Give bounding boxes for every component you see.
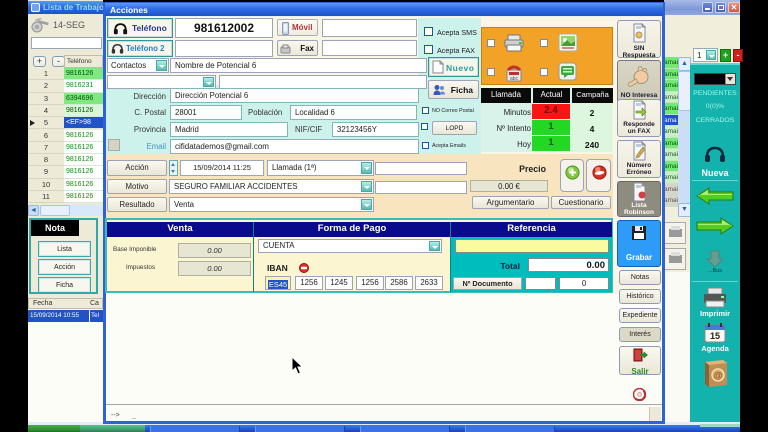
svg-text:@: @ xyxy=(713,371,722,381)
svg-text:abc: abc xyxy=(510,76,519,82)
svg-text:15: 15 xyxy=(710,331,720,341)
